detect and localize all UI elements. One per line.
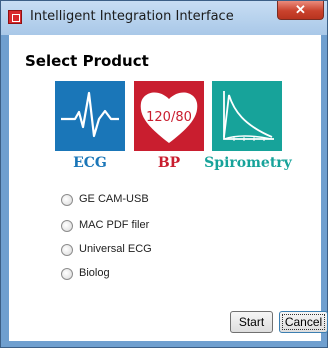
spirometry-label[interactable]: Spirometry xyxy=(198,155,298,171)
radio-button[interactable] xyxy=(61,220,73,232)
dialog-content: Select Product 120/80 ECG BP Spirometry … xyxy=(9,35,328,341)
bp-label[interactable]: BP xyxy=(134,155,204,171)
option-label: Biolog xyxy=(79,267,110,279)
spirometry-curve-icon xyxy=(212,81,282,151)
window-title: Intelligent Integration Interface xyxy=(30,9,234,24)
radio-button[interactable] xyxy=(61,194,73,206)
spirometry-product-tile[interactable] xyxy=(212,81,282,151)
option-label: GE CAM-USB xyxy=(79,193,149,205)
page-title: Select Product xyxy=(25,52,149,70)
cancel-button[interactable]: Cancel xyxy=(279,311,328,333)
application-window: Intelligent Integration Interface ✕ Sele… xyxy=(0,0,328,348)
start-button[interactable]: Start xyxy=(230,311,273,333)
bp-icon-text: 120/80 xyxy=(146,110,192,125)
bp-product-tile[interactable]: 120/80 xyxy=(134,81,204,151)
radio-button[interactable] xyxy=(61,244,73,256)
option-label: MAC PDF filer xyxy=(79,219,150,231)
close-button[interactable]: ✕ xyxy=(277,1,324,20)
app-icon xyxy=(8,10,22,24)
title-bar[interactable]: Intelligent Integration Interface ✕ xyxy=(1,1,327,35)
ecg-label[interactable]: ECG xyxy=(55,155,125,171)
ecg-product-tile[interactable] xyxy=(55,81,125,151)
radio-button[interactable] xyxy=(61,268,73,280)
heart-pressure-icon: 120/80 xyxy=(134,81,204,151)
ecg-waveform-icon xyxy=(55,81,125,151)
option-label: Universal ECG xyxy=(79,243,152,255)
